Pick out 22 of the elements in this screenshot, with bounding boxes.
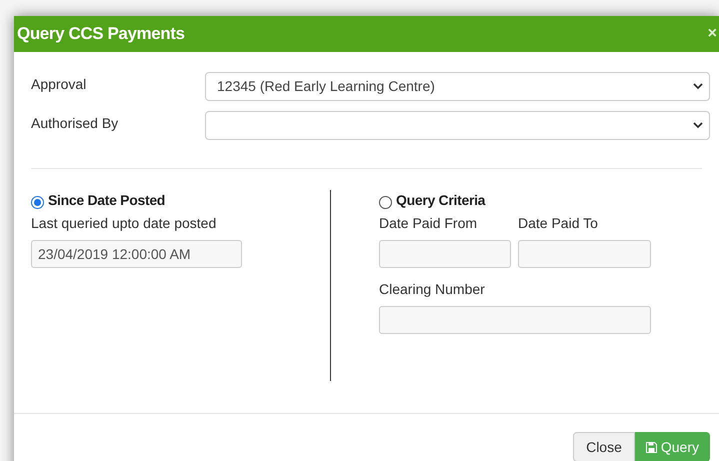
chevron-down-icon [693,83,703,90]
option-label: Since Date Posted [48,191,166,210]
close-button[interactable]: Close [573,432,635,461]
field-label: Authorised By [31,114,120,133]
radio-button[interactable] [379,196,392,208]
date-paid-from-input[interactable] [379,240,511,268]
dialog-title: Query CCS Payments [17,23,185,46]
select-value: 12345 (Red Early Learning Centre) [217,77,435,96]
field-label: Clearing Number [379,280,486,299]
radio-button[interactable] [31,196,44,208]
date-posted-input[interactable]: 23/04/2019 12:00:00 AM [31,240,242,268]
chevron-down-icon [693,122,703,129]
option-label: Query Criteria [396,191,486,210]
select-field[interactable]: 12345 (Red Early Learning Centre) [205,72,710,101]
field-label: Date Paid To [518,214,599,233]
select-field[interactable] [205,111,710,140]
clearing-number-input[interactable] [379,306,651,334]
save-icon [646,442,657,452]
field-label: Date Paid From [379,214,478,233]
field-label: Last queried upto date posted [31,214,218,233]
field-label: Approval [31,75,88,94]
date-paid-to-input[interactable] [518,240,651,268]
